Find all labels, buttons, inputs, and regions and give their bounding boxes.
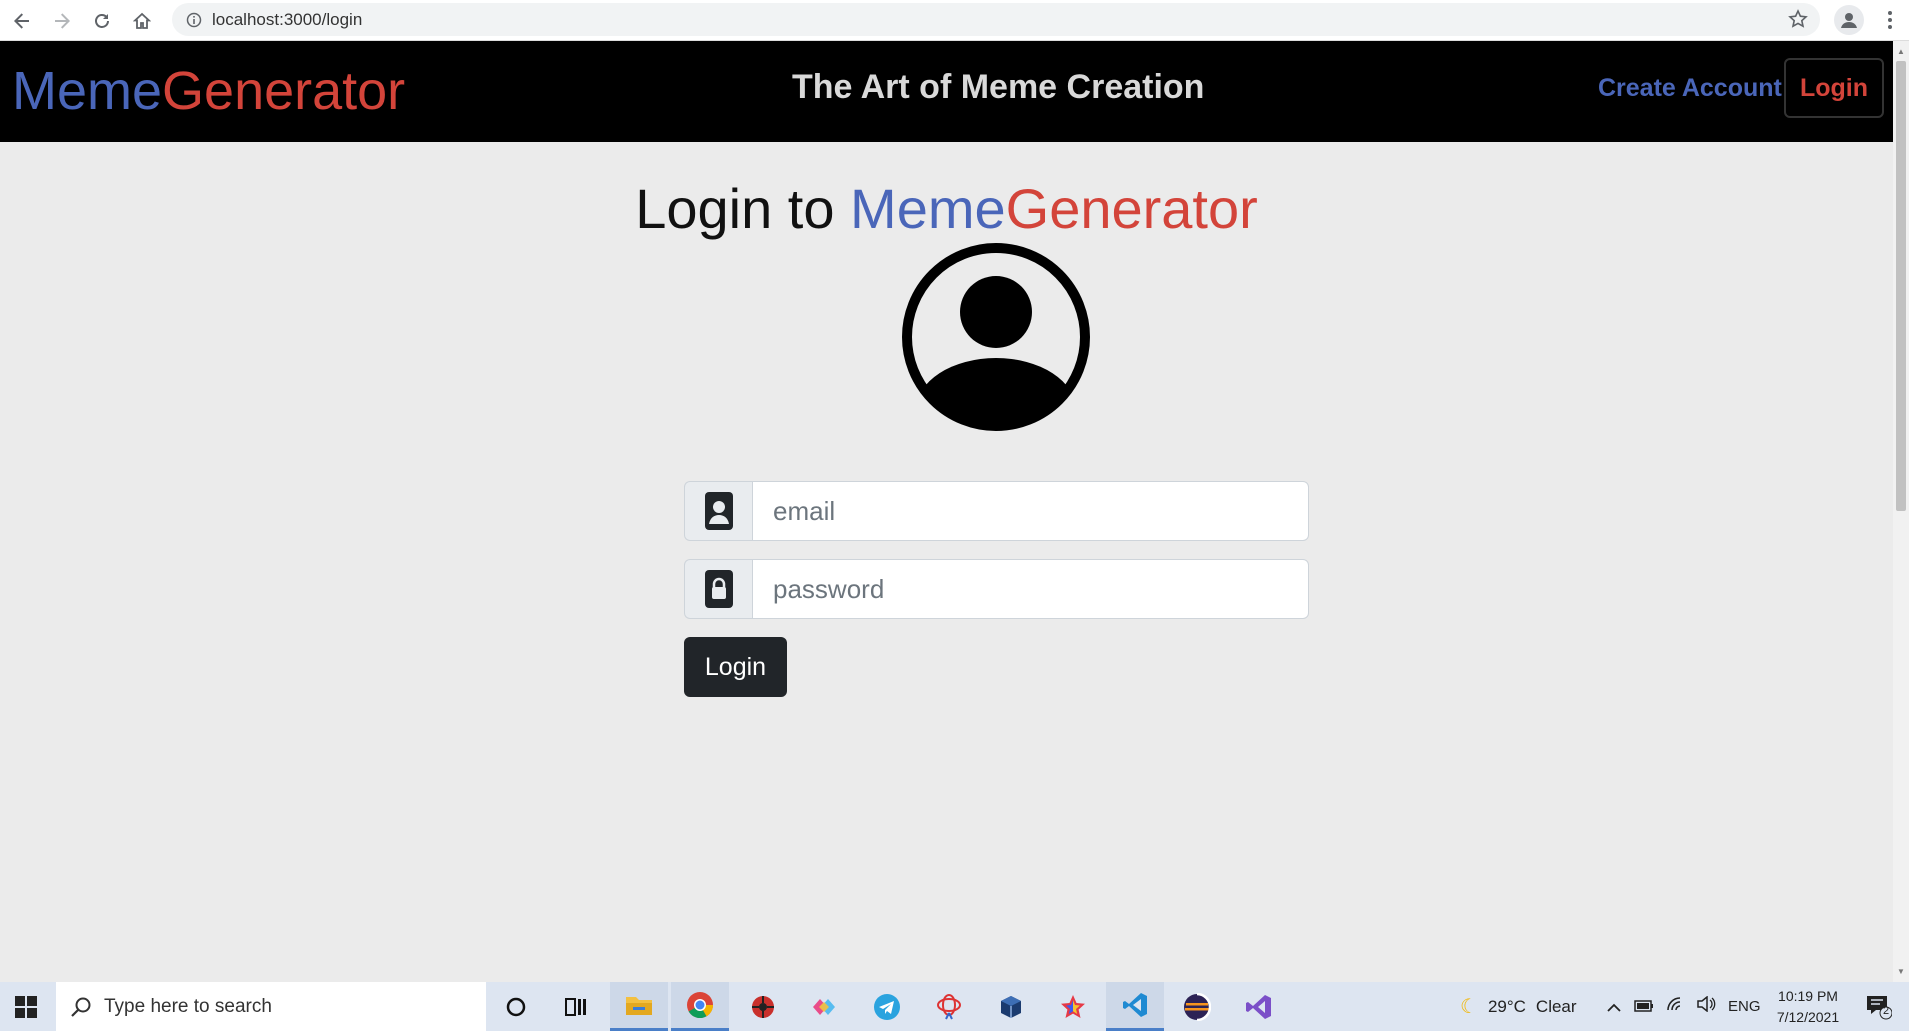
home-icon [133, 12, 151, 29]
clock-time: 10:19 PM [1778, 988, 1838, 1004]
brand-logo-link[interactable]: MemeGenerator [12, 63, 405, 119]
scrollbar-thumb[interactable] [1896, 61, 1906, 511]
url-text: localhost:3000/login [212, 9, 363, 29]
visual-studio-icon[interactable] [1230, 982, 1288, 1031]
forward-arrow-icon [55, 12, 70, 29]
create-account-link[interactable]: Create Account [1598, 74, 1782, 103]
app-red-cog-icon[interactable] [734, 982, 792, 1031]
taskbar-search-placeholder: Type here to search [104, 995, 272, 1017]
notification-count-badge: 2 [1882, 1005, 1890, 1017]
battery-icon[interactable] [1634, 997, 1654, 1017]
reload-icon [95, 13, 109, 28]
email-input[interactable] [752, 481, 1309, 541]
page-title: Login to MemeGenerator [0, 176, 1893, 241]
eclipse-icon[interactable] [1168, 982, 1226, 1031]
email-addon [684, 481, 752, 541]
nav-login-button[interactable]: Login [1784, 58, 1884, 118]
email-input-group [684, 481, 1309, 541]
site-navbar: MemeGenerator The Art of Meme Creation C… [0, 41, 1893, 142]
page-scrollbar[interactable]: ▲ ▼ [1893, 41, 1909, 982]
home-button[interactable] [122, 2, 162, 39]
site-tagline: The Art of Meme Creation [792, 68, 1205, 106]
weather-temperature: 29°C [1487, 996, 1526, 1016]
file-explorer-icon[interactable] [610, 982, 668, 1031]
chrome-icon[interactable] [671, 982, 729, 1031]
info-icon [186, 12, 202, 27]
password-addon [684, 559, 752, 619]
person-icon [1841, 13, 1857, 28]
app-star-icon[interactable] [1044, 982, 1102, 1031]
back-arrow-icon [14, 12, 29, 29]
system-tray: ENG [1606, 982, 1761, 1031]
password-input-group [684, 559, 1309, 619]
start-button[interactable] [0, 982, 52, 1031]
user-avatar-icon [901, 242, 1091, 432]
kebab-menu-icon [1888, 11, 1892, 29]
scroll-down-arrow-icon[interactable]: ▼ [1893, 963, 1909, 979]
virtualbox-icon[interactable] [982, 982, 1040, 1031]
forward-button[interactable] [42, 2, 82, 39]
volume-icon[interactable] [1696, 995, 1716, 1017]
windows-taskbar: Type here to search ☾ 29°C Clear ENG 10:… [0, 982, 1909, 1031]
page-title-prefix: Login to [635, 177, 851, 240]
app-red-swirl-icon[interactable] [920, 982, 978, 1031]
person-badge-icon [704, 492, 733, 530]
task-view-icon[interactable] [547, 982, 605, 1031]
taskbar-clock[interactable]: 10:19 PM 7/12/2021 [1766, 986, 1850, 1028]
brand-generator-text: Generator [162, 61, 406, 121]
weather-widget[interactable]: ☾ 29°C Clear [1460, 982, 1577, 1031]
browser-toolbar: localhost:3000/login [0, 0, 1909, 41]
weather-condition: Clear [1535, 996, 1577, 1016]
notification-center-icon[interactable]: 2 [1864, 992, 1893, 1020]
page-title-brand-meme: Meme [850, 177, 1006, 240]
search-icon [71, 997, 91, 1017]
profile-avatar-button[interactable] [1834, 5, 1864, 35]
reload-button[interactable] [82, 2, 122, 39]
telegram-icon[interactable] [858, 982, 916, 1031]
input-language[interactable]: ENG [1728, 998, 1761, 1015]
taskbar-search-box[interactable]: Type here to search [56, 982, 486, 1031]
chevron-up-icon[interactable] [1606, 997, 1622, 1017]
vscode-icon[interactable] [1106, 982, 1164, 1031]
moon-icon: ☾ [1460, 996, 1478, 1018]
lock-icon [704, 570, 733, 608]
page-title-brand-generator: Generator [1005, 177, 1258, 240]
clock-date: 7/12/2021 [1776, 1009, 1840, 1025]
password-input[interactable] [752, 559, 1309, 619]
windows-logo-icon [15, 995, 37, 1018]
wifi-icon[interactable] [1666, 996, 1686, 1017]
scroll-up-arrow-icon[interactable]: ▲ [1893, 43, 1909, 59]
back-button[interactable] [2, 2, 42, 39]
browser-menu-button[interactable] [1878, 5, 1902, 35]
bookmark-star-icon[interactable] [1788, 9, 1808, 34]
login-submit-button[interactable]: Login [684, 637, 787, 697]
address-bar[interactable]: localhost:3000/login [172, 3, 1820, 36]
app-colorful-diamond-icon[interactable] [796, 982, 854, 1031]
cortana-icon[interactable] [487, 982, 545, 1031]
brand-meme-text: Meme [12, 61, 163, 121]
